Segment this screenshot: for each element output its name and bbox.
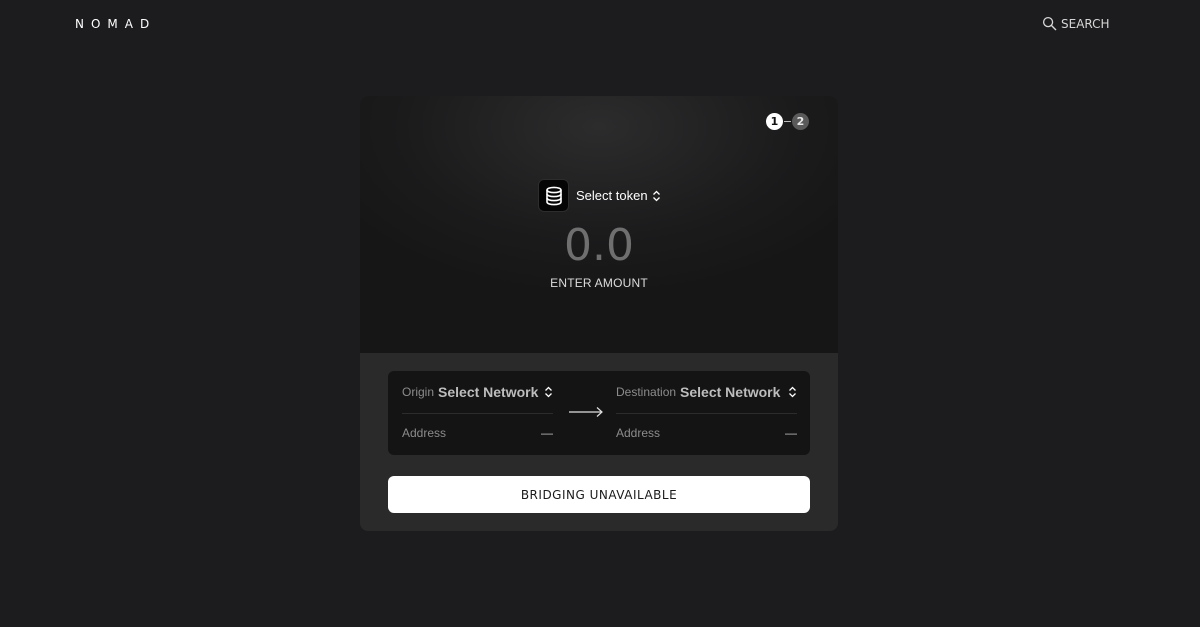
bridging-unavailable-button[interactable]: BRIDGING UNAVAILABLE [388, 476, 810, 513]
nomad-logo[interactable]: NOMAD [75, 17, 156, 31]
chevron-updown-icon [789, 386, 796, 398]
destination-network-value: Select Network [680, 384, 781, 400]
origin-column: Origin Select Network Address — [402, 371, 553, 452]
token-icon-tile [538, 179, 569, 212]
chevron-updown-icon [652, 190, 660, 201]
search-button[interactable]: SEARCH [1042, 16, 1110, 31]
destination-column: Destination Select Network Address — [616, 371, 797, 452]
bridge-card: 1 2 Select token 0.0 ENTER AMOUNT Origin… [360, 96, 838, 531]
select-token-label: Select token [576, 188, 648, 203]
bridge-page: NOMAD SEARCH 1 2 Select token 0.0 ENTER … [0, 0, 1200, 627]
destination-network-row[interactable]: Destination Select Network [616, 371, 797, 414]
step-indicator: 1 2 [766, 113, 809, 130]
amount-panel: 1 2 Select token 0.0 ENTER AMOUNT [360, 96, 838, 353]
origin-address-row: Address — [402, 414, 553, 452]
amount-input[interactable]: 0.0 [360, 220, 838, 272]
destination-address-value: — [785, 426, 797, 440]
destination-caption: Destination [616, 385, 677, 399]
step-divider [784, 121, 791, 122]
select-token-button[interactable]: Select token [538, 179, 661, 212]
amount-label: ENTER AMOUNT [550, 276, 648, 290]
network-selector-box: Origin Select Network Address — Destinat… [388, 371, 810, 455]
destination-address-row: Address — [616, 414, 797, 452]
arrow-right-icon [569, 407, 603, 417]
search-icon [1042, 16, 1057, 31]
search-label: SEARCH [1061, 16, 1110, 31]
destination-address-label: Address [616, 426, 661, 440]
origin-network-value: Select Network [438, 384, 539, 400]
origin-address-value: — [541, 426, 553, 440]
origin-network-row[interactable]: Origin Select Network [402, 371, 553, 414]
database-icon [545, 186, 562, 205]
origin-caption: Origin [402, 385, 435, 399]
destination-network-select[interactable]: Destination Select Network [616, 384, 780, 400]
chevron-updown-icon [545, 386, 552, 398]
step-2-badge: 2 [792, 113, 809, 130]
origin-address-label: Address [402, 426, 447, 440]
step-1-badge: 1 [766, 113, 783, 130]
origin-network-select[interactable]: Origin Select Network [402, 384, 538, 400]
